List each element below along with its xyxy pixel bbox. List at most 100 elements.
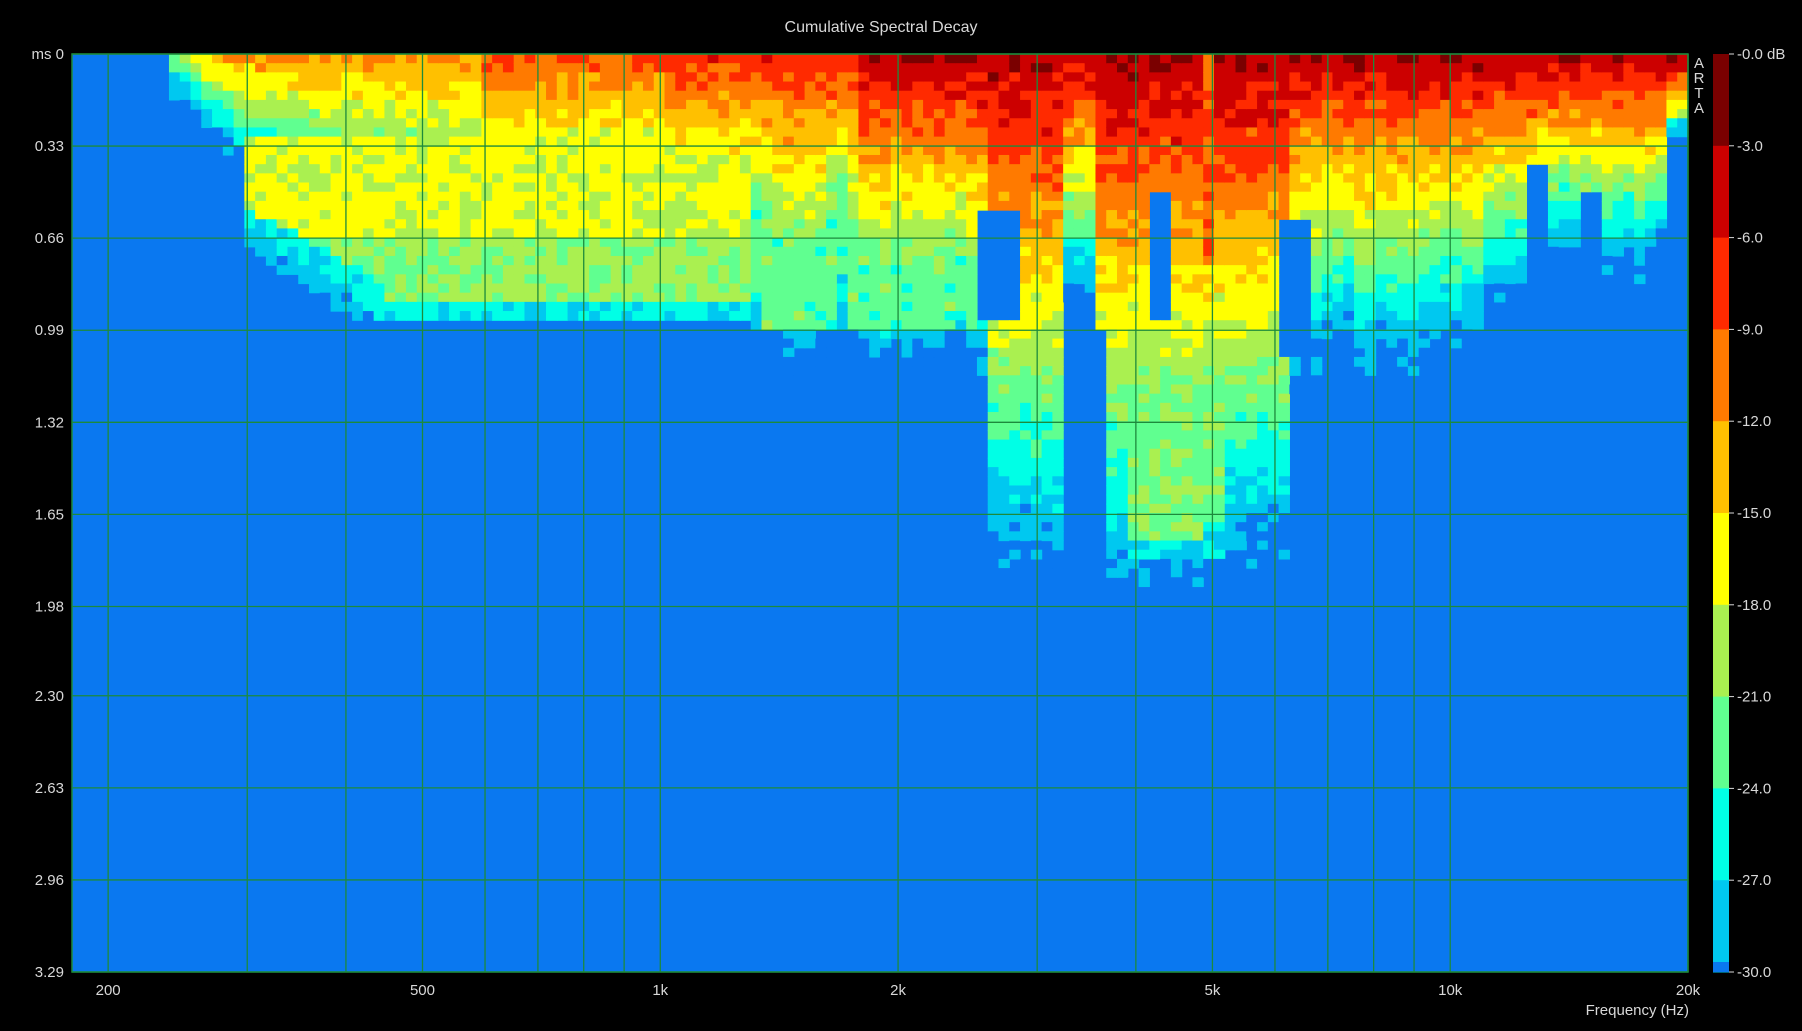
heatmap-cell	[610, 182, 623, 193]
heatmap-cell	[362, 109, 375, 119]
heatmap-cell	[513, 154, 526, 165]
heatmap-cell	[987, 109, 1000, 119]
heatmap-cell	[1052, 127, 1064, 138]
heatmap-cell	[869, 274, 881, 285]
heatmap-cell	[1267, 145, 1280, 156]
heatmap-cell	[1580, 81, 1592, 92]
heatmap-cell	[1634, 182, 1646, 193]
heatmap-cell	[1052, 246, 1064, 257]
heatmap-cell	[513, 283, 526, 294]
heatmap-cell	[1310, 127, 1323, 138]
heatmap-cell	[1138, 301, 1150, 312]
heatmap-cell	[1569, 173, 1581, 184]
heatmap-cell	[869, 255, 881, 266]
heatmap-cell	[1181, 384, 1194, 395]
heatmap-cell	[298, 72, 310, 83]
heatmap-cell	[1278, 412, 1290, 422]
heatmap-cell	[1063, 292, 1075, 303]
heatmap-cell	[998, 457, 1010, 468]
heatmap-cell	[1418, 72, 1431, 83]
heatmap-cell	[686, 200, 698, 211]
heatmap-cell	[750, 173, 763, 184]
heatmap-cell	[772, 154, 784, 165]
heatmap-cell	[1041, 375, 1053, 386]
heatmap-cell	[1386, 182, 1398, 193]
heatmap-cell	[1030, 503, 1043, 514]
heatmap-cell	[1515, 136, 1527, 147]
heatmap-cell	[212, 99, 224, 110]
heatmap-cell	[1278, 485, 1290, 496]
heatmap-cell	[1170, 72, 1183, 83]
heatmap-cell	[1009, 347, 1021, 358]
heatmap-cell	[524, 145, 536, 156]
heatmap-cell	[1634, 164, 1646, 174]
heatmap-cell	[1052, 320, 1064, 330]
heatmap-cell	[1354, 182, 1366, 193]
heatmap-cell	[1644, 255, 1657, 266]
heatmap-cell	[621, 63, 633, 73]
heatmap-cell	[1354, 237, 1366, 248]
heatmap-cell	[686, 301, 698, 312]
heatmap-cell	[1149, 430, 1161, 441]
heatmap-cell	[1149, 356, 1161, 367]
heatmap-cell	[1063, 274, 1075, 285]
heatmap-cell	[524, 99, 536, 110]
heatmap-cell	[1181, 145, 1194, 156]
heatmap-cell	[1009, 476, 1021, 487]
heatmap-cell	[1095, 81, 1107, 92]
heatmap-cell	[1095, 182, 1107, 193]
heatmap-cell	[470, 145, 482, 156]
heatmap-cell	[1138, 467, 1150, 477]
heatmap-cell	[1020, 118, 1032, 129]
heatmap-cell	[1354, 145, 1366, 156]
heatmap-cell	[858, 72, 870, 83]
heatmap-cell	[1009, 430, 1021, 441]
heatmap-cell	[761, 90, 773, 101]
heatmap-cell	[1612, 72, 1624, 83]
heatmap-cell	[1224, 154, 1237, 165]
heatmap-cell	[1084, 136, 1097, 147]
heatmap-cell	[1030, 485, 1043, 496]
heatmap-cell	[632, 127, 644, 138]
heatmap-cell	[1030, 522, 1043, 532]
heatmap-cell	[836, 219, 849, 230]
heatmap-cell	[815, 173, 827, 184]
heatmap-cell	[1235, 347, 1247, 358]
heatmap-cell	[1213, 81, 1226, 92]
heatmap-cell	[1009, 164, 1021, 174]
heatmap-cell	[1375, 118, 1387, 129]
heatmap-cell	[793, 145, 806, 156]
heatmap-cell	[276, 154, 289, 165]
heatmap-cell	[1160, 448, 1172, 459]
heatmap-cell	[1450, 292, 1463, 303]
heatmap-cell	[481, 118, 493, 129]
heatmap-cell	[201, 90, 213, 101]
heatmap-cell	[783, 265, 795, 275]
heatmap-cell	[847, 154, 860, 165]
heatmap-cell	[1558, 228, 1571, 239]
heatmap-cell	[1138, 136, 1150, 147]
heatmap-cell	[1030, 274, 1043, 285]
heatmap-cell	[1095, 63, 1107, 73]
heatmap-cell	[1181, 255, 1194, 266]
heatmap-cell	[168, 81, 181, 92]
heatmap-cell	[1052, 366, 1064, 376]
heatmap-cell	[233, 109, 245, 119]
heatmap-cell	[750, 301, 763, 312]
heatmap-cell	[1515, 72, 1527, 83]
heatmap-cell	[933, 255, 946, 266]
heatmap-cell	[1041, 219, 1053, 230]
heatmap-cell	[1655, 81, 1668, 92]
heatmap-cell	[783, 63, 795, 73]
heatmap-cell	[1246, 485, 1258, 496]
heatmap-cell	[793, 219, 806, 230]
heatmap-cell	[1267, 90, 1280, 101]
heatmap-cell	[912, 347, 924, 358]
heatmap-cell	[1472, 90, 1484, 101]
heatmap-cell	[384, 219, 396, 230]
heatmap-cell	[470, 255, 482, 266]
heatmap-cell	[395, 274, 407, 285]
heatmap-cell	[352, 145, 364, 156]
heatmap-cell	[352, 219, 364, 230]
heatmap-cell	[1052, 200, 1064, 211]
